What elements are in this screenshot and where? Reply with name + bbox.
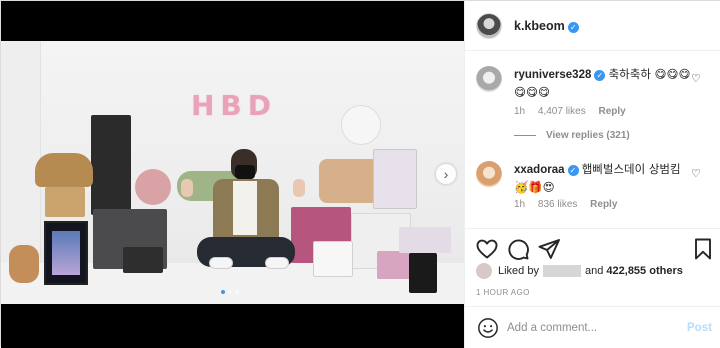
hbd-balloons: HBD — [191, 89, 278, 122]
next-slide-button[interactable]: › — [436, 164, 456, 184]
gift-basket — [35, 153, 93, 187]
post-action-bar — [465, 228, 720, 268]
chevron-right-icon: › — [443, 166, 449, 182]
liker-avatar[interactable] — [476, 263, 492, 279]
reply-button[interactable]: Reply — [590, 199, 617, 210]
carousel-dot-active — [221, 290, 225, 294]
commenter-avatar[interactable] — [476, 66, 502, 92]
display-case — [373, 149, 417, 209]
person-shoe-left — [209, 257, 233, 269]
bookmark-icon[interactable] — [691, 237, 715, 261]
likes-summary: Liked by and 422,855 others — [476, 263, 683, 279]
post-header: k.kbeom ✓ — [465, 1, 720, 51]
author-username[interactable]: k.kbeom — [514, 19, 565, 33]
flower-bouquet — [135, 169, 171, 205]
verified-check-icon: ✓ — [567, 22, 579, 33]
gift-bags — [123, 247, 163, 273]
post-media: HBD › — [1, 1, 464, 348]
portrait-frame — [409, 253, 437, 293]
person-mask — [235, 165, 255, 179]
author-avatar[interactable] — [476, 13, 502, 39]
gift-box — [319, 159, 379, 203]
verified-check-icon: ✓ — [567, 165, 579, 176]
author-username-row: k.kbeom ✓ — [514, 19, 579, 33]
gift-boxes — [399, 227, 451, 253]
comment-like-heart-icon[interactable]: ♡ — [691, 72, 701, 85]
comment-time: 1h — [514, 106, 526, 117]
post-comment-button[interactable]: Post — [687, 322, 712, 334]
add-comment-input[interactable] — [507, 319, 677, 337]
likes-prefix: Liked by — [498, 264, 539, 277]
carousel-dot — [228, 290, 232, 294]
paper-plane-icon[interactable] — [537, 237, 561, 261]
gift-box — [313, 241, 353, 277]
person-shoe-right — [265, 257, 289, 269]
reply-button[interactable]: Reply — [599, 106, 626, 117]
add-comment-bar: Post — [465, 306, 720, 348]
post-photo: HBD — [1, 41, 464, 304]
person-hand-left — [181, 179, 193, 197]
person-shirt — [233, 181, 257, 235]
verified-check-icon: ✓ — [594, 70, 606, 81]
comment-likes[interactable]: 4,407 likes — [538, 106, 586, 117]
teddy-bear — [9, 245, 39, 283]
commenter-username[interactable]: ryuniverse328 — [514, 69, 591, 81]
commenter-avatar[interactable] — [476, 161, 502, 187]
post-timestamp[interactable]: 1 HOUR AGO — [476, 288, 530, 297]
carousel-dots — [221, 290, 239, 294]
likes-and: and — [584, 264, 604, 277]
smiley-icon[interactable] — [477, 317, 499, 339]
comment-like-heart-icon[interactable]: ♡ — [691, 167, 701, 180]
comment-meta: 1h 836 likes Reply — [514, 199, 627, 210]
post-side-panel: k.kbeom ✓ ryuniverse328 ✓ 축하축하 😋😋😋😋😋😋 ♡ 1h… — [464, 1, 720, 348]
comment-likes[interactable]: 836 likes — [538, 199, 577, 210]
lamp-decoration — [341, 105, 381, 145]
view-replies-link[interactable]: View replies (321) — [514, 130, 630, 141]
heart-icon[interactable] — [475, 237, 499, 261]
comment-body: xxadoraa ✓ 햅삐벌스데이 상범킴 🥳🎁😍 — [514, 161, 694, 197]
redacted-username — [542, 265, 581, 277]
gift-box — [91, 115, 131, 215]
likes-count[interactable]: 422,855 others — [606, 265, 682, 277]
carousel-dot — [235, 290, 239, 294]
comment-body: ryuniverse328 ✓ 축하축하 😋😋😋😋😋😋 — [514, 66, 694, 102]
comment-bubble-icon[interactable] — [506, 237, 530, 261]
person-hand-right — [293, 179, 305, 197]
comments-list: ryuniverse328 ✓ 축하축하 😋😋😋😋😋😋 ♡ 1h 4,407 li… — [465, 52, 720, 228]
commenter-username[interactable]: xxadoraa — [514, 164, 565, 176]
instagram-post-modal: HBD › k.kbeom ✓ ryuniverse328 ✓ 축하축하 😋😋😋… — [0, 0, 720, 348]
comment-meta: 1h 4,407 likes Reply — [514, 106, 636, 117]
portrait-frame — [44, 221, 88, 285]
gift-stool — [45, 187, 85, 217]
comment-time: 1h — [514, 199, 526, 210]
